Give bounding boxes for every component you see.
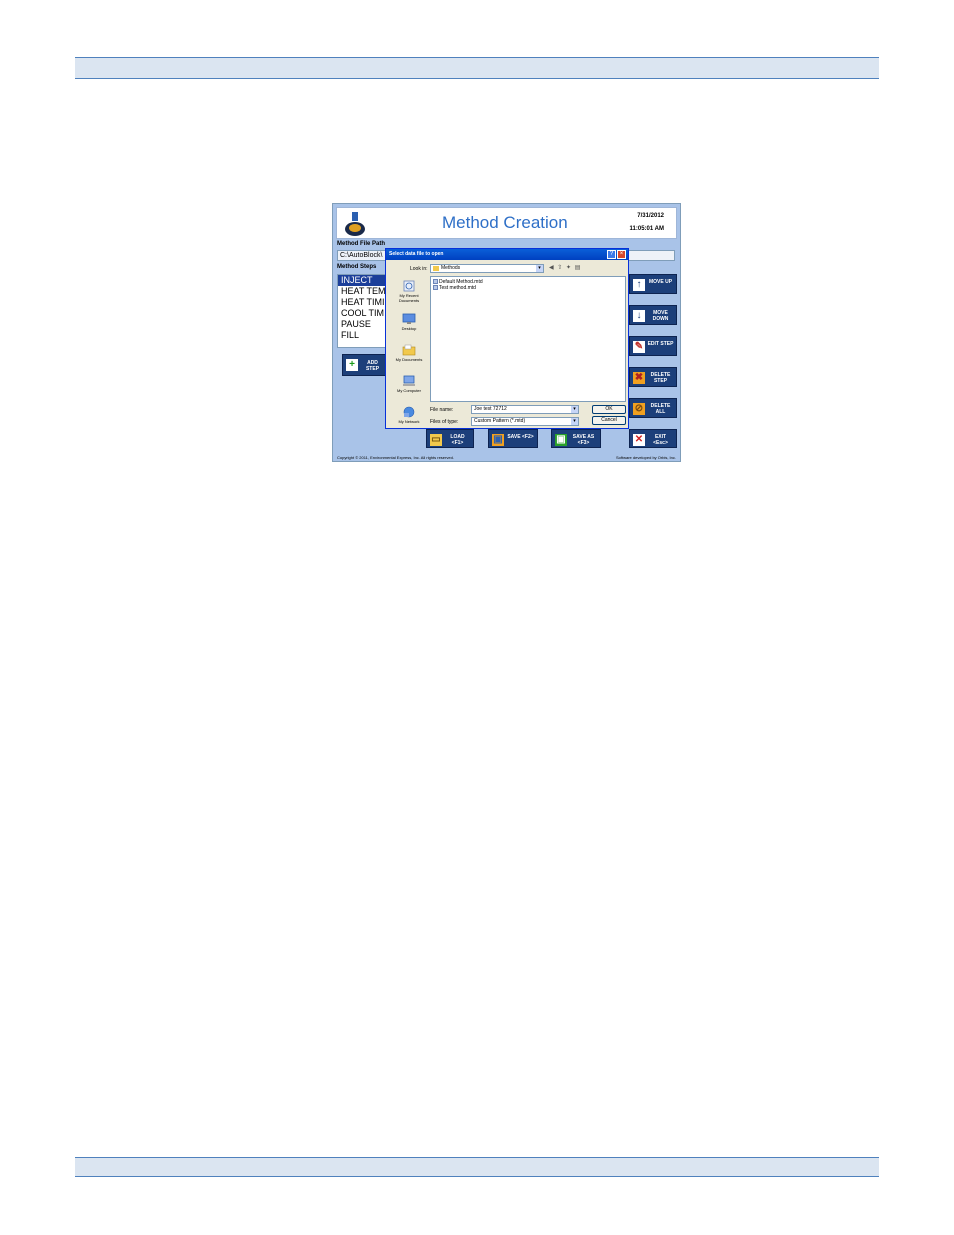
file-type-label: Files of type: [430,419,459,425]
step-item-fill[interactable]: FILL [338,330,386,341]
move-up-button[interactable]: ↑ MOVE UP [629,274,677,294]
place-my-network[interactable]: My Network [390,406,428,424]
load-button[interactable]: ▭ LOAD <F1> [426,429,474,448]
method-steps-list[interactable]: INJECT HEAT TEM HEAT TIMI COOL TIM PAUSE… [337,274,387,348]
chevron-down-icon[interactable]: ▾ [571,406,578,413]
save-as-label: SAVE AS <F3> [572,434,595,446]
time-display: 11:05:01 AM [629,226,664,232]
chevron-down-icon: ▾ [536,265,543,272]
up-folder-icon[interactable]: ⇧ [557,265,563,271]
file-icon [433,279,438,284]
step-item-inject[interactable]: INJECT [338,275,386,286]
move-down-label: MOVE DOWN [652,310,669,322]
desktop-icon [402,313,416,324]
place-desktop[interactable]: Desktop [390,313,428,331]
load-label: LOAD <F1> [450,434,465,446]
method-creation-screenshot: Method Creation 7/31/2012 11:05:01 AM Me… [332,203,681,462]
move-down-button[interactable]: ↓ MOVE DOWN [629,305,677,325]
flask-logo-icon [345,212,365,236]
file-item[interactable]: Test method.mtd [433,285,623,291]
method-steps-label: Method Steps [337,264,377,270]
file-list[interactable]: Default Method.mtd Test method.mtd [430,276,626,402]
delete-all-label: DELETE ALL [650,403,671,415]
look-in-value: Methods [441,265,461,271]
edit-icon: ✎ [633,341,645,353]
dialog-close-button[interactable]: × [617,250,626,259]
chevron-down-icon[interactable]: ▾ [571,418,578,425]
page-footer-band [75,1157,879,1177]
delete-icon: ✖ [633,372,645,384]
look-in-label: Look in: [410,266,428,272]
method-file-path-label: Method File Path [337,241,385,247]
app-title: Method Creation [442,213,568,232]
look-in-select[interactable]: Methods ▾ [430,264,544,273]
ok-button[interactable]: OK [592,405,626,414]
delete-all-button[interactable]: ⊘ DELETE ALL [629,398,677,418]
file-name-label: File name: [430,407,454,413]
save-label: SAVE <F2> [507,434,534,440]
exit-button[interactable]: ✕ EXIT <Esc> [629,429,677,448]
dialog-title: Select data file to open [386,249,628,260]
places-bar: My Recent Documents Desktop My Documents… [390,276,428,426]
recent-documents-icon [403,280,415,292]
save-button[interactable]: ▣ SAVE <F2> [488,429,538,448]
date-display: 7/31/2012 [637,213,664,219]
view-menu-icon[interactable]: ▤ [575,265,582,271]
plus-icon: + [346,359,358,371]
open-file-dialog: Select data file to open ? × Look in: Me… [385,248,629,429]
save-as-button[interactable]: ▣ SAVE AS <F3> [551,429,601,448]
folder-icon: ▭ [430,434,442,446]
save-icon: ▣ [492,434,504,446]
documents-folder-icon [402,344,416,356]
dialog-toolbar: ◀ ⇧ ✦ ▤ [549,264,581,273]
move-up-label: MOVE UP [648,279,673,285]
add-step-label: ADD STEP [365,360,380,372]
file-name-input[interactable]: Joe test 72712 ▾ [471,405,579,414]
step-item-pause[interactable]: PAUSE [338,319,386,330]
arrow-up-icon: ↑ [633,279,645,291]
add-step-button[interactable]: + ADD STEP [342,354,388,376]
help-button[interactable]: ? [607,250,616,259]
file-icon [433,285,438,290]
step-item-heat-time[interactable]: HEAT TIMI [338,297,386,308]
delete-all-icon: ⊘ [633,403,645,415]
file-type-select[interactable]: Custom Pattern (*.mtd) ▾ [471,417,579,426]
app-header: Method Creation 7/31/2012 11:05:01 AM [336,207,677,239]
copyright-text: Copyright © 2011, Environmental Express,… [337,455,454,460]
credits-text: Software developed by Orbis, Inc. [615,455,676,460]
folder-icon [433,266,439,271]
cancel-button[interactable]: Cancel [592,416,626,425]
close-x-icon: ✕ [633,434,645,446]
place-my-recent-documents[interactable]: My Recent Documents [390,280,428,303]
step-item-heat-temp[interactable]: HEAT TEM [338,286,386,297]
step-item-cool-time[interactable]: COOL TIM [338,308,386,319]
place-my-computer[interactable]: My Computer [390,375,428,393]
new-folder-icon[interactable]: ✦ [566,265,572,271]
delete-step-button[interactable]: ✖ DELETE STEP [629,367,677,387]
network-icon [403,406,415,418]
page-header-band [75,57,879,79]
back-icon[interactable]: ◀ [549,265,555,271]
exit-label: EXIT <Esc> [653,434,668,446]
delete-step-label: DELETE STEP [650,372,671,384]
computer-icon [403,375,415,386]
place-my-documents[interactable]: My Documents [390,344,428,362]
arrow-down-icon: ↓ [633,310,645,322]
edit-step-button[interactable]: ✎ EDIT STEP [629,336,677,356]
save-as-icon: ▣ [555,434,567,446]
edit-step-label: EDIT STEP [647,341,674,347]
